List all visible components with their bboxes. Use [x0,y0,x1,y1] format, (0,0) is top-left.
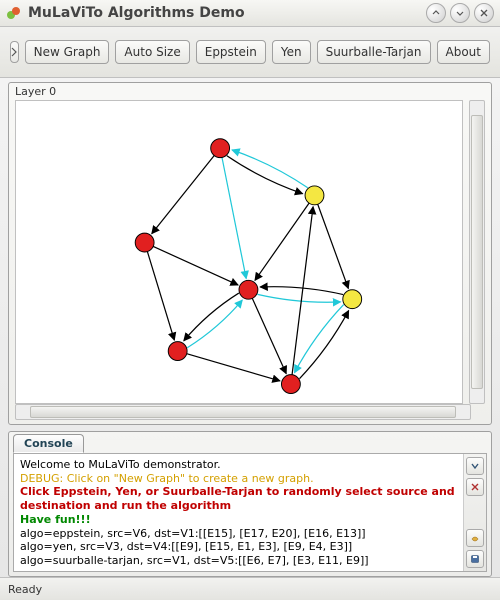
graph-edge [260,287,343,295]
console-line: DEBUG: Click on "New Graph" to create a … [20,472,457,486]
graph-node[interactable] [305,186,324,205]
graph-edge [292,207,313,375]
toolbar: New Graph Auto Size Eppstein Yen Suurbal… [0,27,500,78]
console-line: Have fun!!! [20,513,457,527]
layer-label: Layer 0 [9,83,491,98]
clear-console-button[interactable] [466,478,484,496]
console-panel: Console Welcome to MuLaViTo demonstrator… [8,431,492,577]
graph-edge [147,252,174,341]
console-line: algo=yen, src=V3, dst=V4:[[E9], [E15, E1… [20,540,457,554]
graph-edge [257,294,340,302]
graph-edge [153,246,238,285]
app-window: MuLaViTo Algorithms Demo New Graph Auto … [0,0,500,600]
window-title: MuLaViTo Algorithms Demo [28,5,420,21]
graph-node[interactable] [168,342,187,361]
graph-edge [187,300,242,348]
console-line: Click Eppstein, Yen, or Suurballe-Tarjan… [20,485,457,513]
graph-canvas[interactable] [15,100,463,404]
minimize-button[interactable] [426,3,446,23]
console-line: algo=eppstein, src=V6, dst=V1:[[E15], [E… [20,527,457,541]
console-output[interactable]: Welcome to MuLaViTo demonstrator.DEBUG: … [14,454,463,571]
yen-button[interactable]: Yen [272,40,311,64]
toolbar-menu-button[interactable] [10,41,19,63]
save-console-button[interactable] [466,550,484,568]
graph-edge [187,354,280,381]
titlebar: MuLaViTo Algorithms Demo [0,0,500,27]
graph-edge [294,305,343,373]
graph-edge [227,156,303,194]
maximize-button[interactable] [450,3,470,23]
console-side-toolbar [463,454,486,571]
content-area: Layer 0 Console Welcome to MuLaViTo demo… [0,78,500,577]
suurballe-tarjan-button[interactable]: Suurballe-Tarjan [317,40,431,64]
window-buttons [426,3,494,23]
eppstein-button[interactable]: Eppstein [196,40,266,64]
console-tab-row: Console [9,432,491,453]
auto-size-button[interactable]: Auto Size [115,40,189,64]
graph-edge [152,156,215,234]
graph-edge [184,293,239,341]
splitter[interactable] [8,425,492,431]
console-line: Welcome to MuLaViTo demonstrator. [20,458,457,472]
new-graph-button[interactable]: New Graph [25,40,110,64]
graph-edge [232,150,308,188]
graph-node[interactable] [239,280,258,299]
graph-node[interactable] [281,375,300,394]
graph-panel: Layer 0 [8,82,492,425]
graph-edge [318,204,349,288]
graph-edge [222,157,246,278]
graph-edge [299,311,348,379]
graph-node[interactable] [211,139,230,158]
graph-node[interactable] [135,233,154,252]
app-icon [6,5,22,21]
scroll-down-button[interactable] [466,457,484,475]
statusbar: Ready [0,577,500,600]
graph-vertical-scrollbar[interactable] [469,100,485,404]
graph-edge [252,298,286,373]
about-button[interactable]: About [437,40,490,64]
graph-horizontal-scrollbar[interactable] [15,404,471,420]
filter-button[interactable] [466,529,484,547]
graph-edge [255,203,309,280]
graph-node[interactable] [343,290,362,309]
close-button[interactable] [474,3,494,23]
status-text: Ready [8,583,42,596]
console-tab[interactable]: Console [13,434,84,453]
console-line: algo=suurballe-tarjan, src=V1, dst=V5:[[… [20,554,457,568]
